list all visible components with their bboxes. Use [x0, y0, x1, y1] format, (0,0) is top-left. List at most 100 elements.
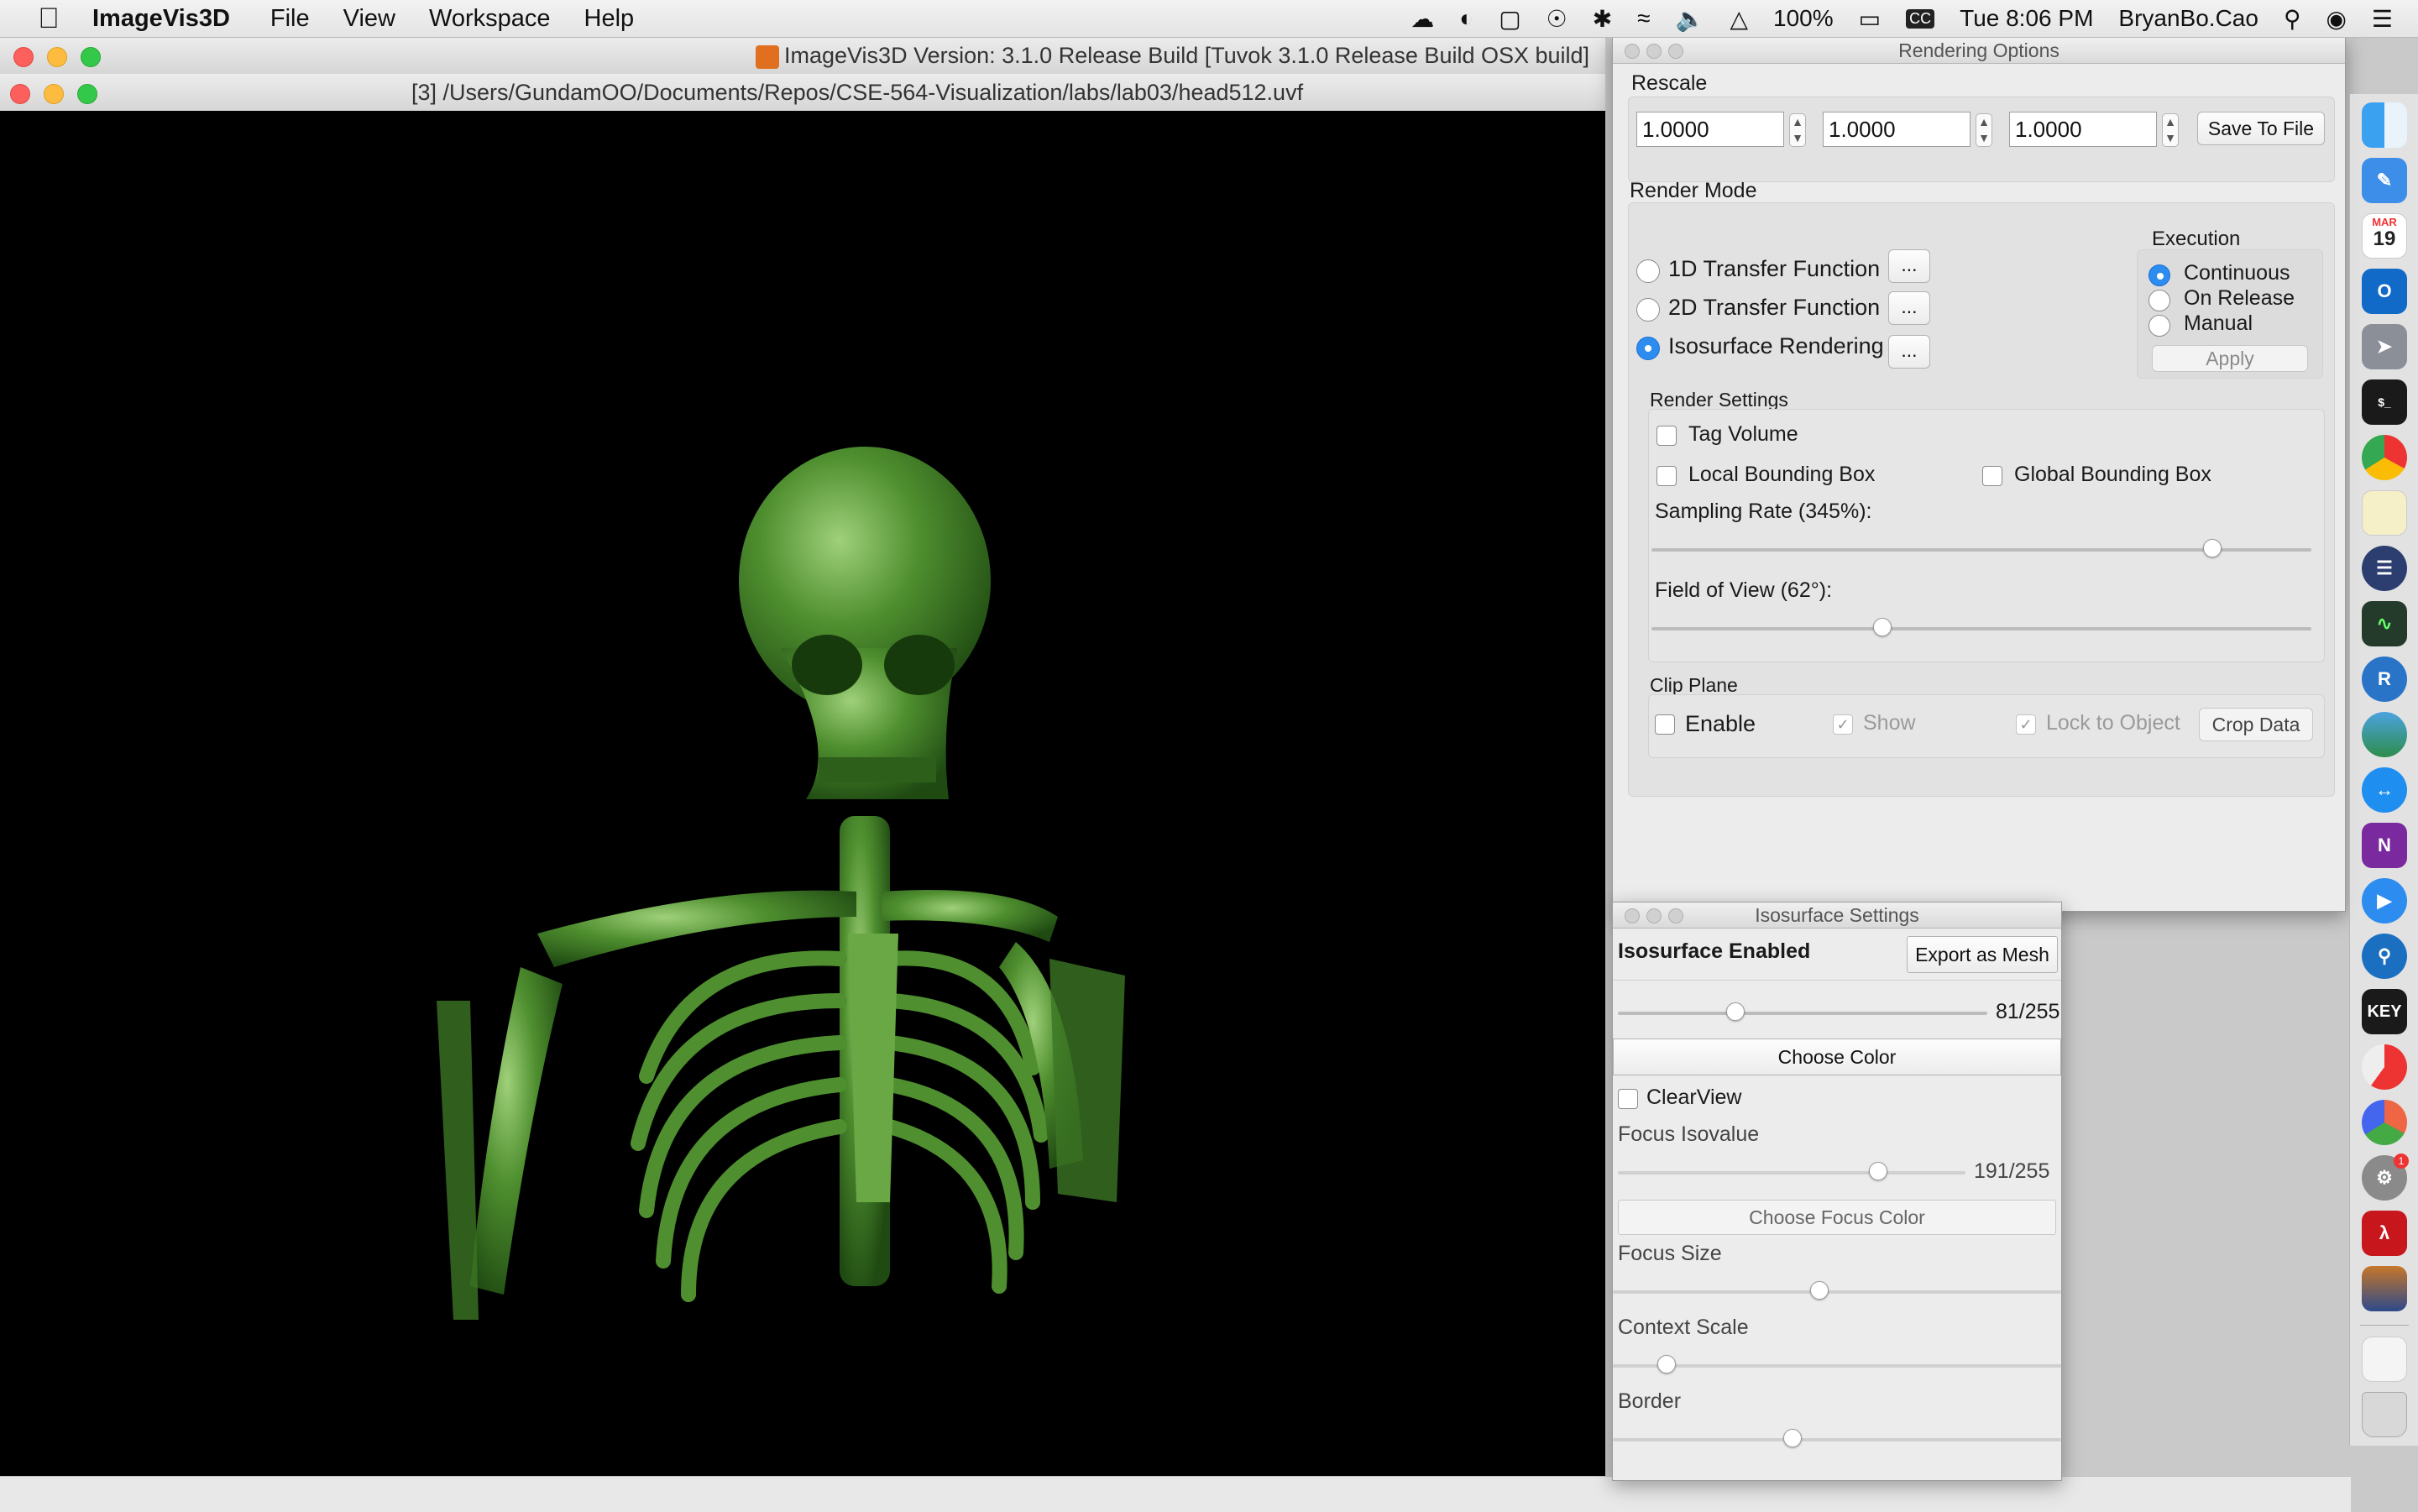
iso-minimize-button[interactable]	[1646, 908, 1662, 923]
battery-icon[interactable]: ▭	[1859, 5, 1881, 33]
rescale-x-field[interactable]: 1.0000	[1636, 112, 1784, 147]
sampling-rate-slider-knob[interactable]	[2203, 539, 2222, 557]
menu-workspace[interactable]: Workspace	[429, 5, 551, 33]
spotlight-icon[interactable]: ⚲	[2284, 5, 2301, 33]
airplay-icon[interactable]: △	[1730, 5, 1748, 33]
label-manual[interactable]: Manual	[2184, 311, 2253, 336]
sync-icon[interactable]: ◐	[1459, 5, 1473, 32]
label-on-release[interactable]: On Release	[2184, 286, 2295, 311]
notification-center-icon[interactable]: ☰	[2372, 5, 2393, 33]
label-2d-transfer[interactable]: 2D Transfer Function	[1668, 295, 1880, 321]
doc-zoom-button[interactable]	[77, 84, 97, 104]
onenote-icon[interactable]: N	[2362, 823, 2407, 868]
label-1d-transfer[interactable]: 1D Transfer Function	[1668, 256, 1880, 282]
isovalue-track[interactable]	[1618, 1012, 1987, 1015]
radio-2d-transfer[interactable]	[1636, 298, 1660, 322]
volume-icon[interactable]: 🔈	[1676, 5, 1705, 33]
clip-lock-checkbox[interactable]: ✓	[2016, 714, 2036, 735]
globe-icon[interactable]	[2362, 712, 2407, 757]
accessibility-icon[interactable]: ☉	[1547, 5, 1568, 33]
panel-minimize-button[interactable]	[1646, 44, 1662, 59]
clearview-checkbox[interactable]	[1618, 1089, 1638, 1109]
rescale-y-field[interactable]: 1.0000	[1823, 112, 1971, 147]
close-button[interactable]	[13, 47, 34, 67]
radio-1d-transfer[interactable]	[1636, 259, 1660, 283]
finder-icon[interactable]	[2362, 102, 2407, 148]
menu-view[interactable]: View	[343, 5, 395, 33]
zoom-app-icon[interactable]: ▶	[2362, 878, 2407, 923]
doc-minimize-button[interactable]	[44, 84, 64, 104]
render-viewport[interactable]	[0, 111, 1605, 1476]
isosurface-settings-titlebar[interactable]: Isosurface Settings	[1613, 902, 2061, 929]
tag-volume-checkbox[interactable]	[1656, 426, 1677, 446]
document-stack-icon[interactable]	[2362, 1337, 2407, 1382]
label-continuous[interactable]: Continuous	[2184, 261, 2290, 285]
fov-slider-knob[interactable]	[1873, 618, 1892, 636]
focus-size-track[interactable]	[1613, 1290, 2061, 1294]
local-bbox-label[interactable]: Local Bounding Box	[1688, 463, 1875, 487]
apply-button[interactable]: Apply	[2152, 345, 2308, 372]
radio-isosurface[interactable]	[1636, 337, 1660, 360]
username[interactable]: BryanBo.Cao	[2118, 5, 2258, 32]
isovalue-slider-knob[interactable]	[1725, 1002, 1745, 1021]
save-to-file-button[interactable]: Save To File	[2197, 112, 2325, 145]
clock[interactable]: Tue 8:06 PM	[1960, 5, 2093, 32]
radio-continuous[interactable]	[2148, 264, 2170, 286]
battery-percent[interactable]: 100%	[1773, 5, 1834, 32]
clearview-label[interactable]: ClearView	[1646, 1086, 1741, 1110]
clip-enable-label[interactable]: Enable	[1685, 711, 1756, 737]
iso-zoom-button[interactable]	[1668, 908, 1683, 923]
disk-icon[interactable]	[2362, 1044, 2407, 1090]
imagevis3d-dock-icon[interactable]	[2362, 1266, 2407, 1311]
choose-focus-color-button[interactable]: Choose Focus Color	[1618, 1200, 2056, 1235]
border-track[interactable]	[1613, 1438, 2061, 1441]
context-scale-track[interactable]	[1613, 1364, 2061, 1368]
choose-color-button[interactable]: Choose Color	[1613, 1039, 2061, 1075]
pen-icon[interactable]: ✎	[2362, 158, 2407, 203]
cc-icon[interactable]: CC	[1906, 8, 1935, 29]
teamviewer-icon[interactable]: ↔	[2362, 767, 2407, 813]
rescale-x-stepper[interactable]: ▲ ▼	[1789, 113, 1806, 147]
rescale-z-stepper[interactable]: ▲ ▼	[2162, 113, 2179, 147]
terminal-icon[interactable]: $_	[2362, 379, 2407, 425]
color-sync-icon[interactable]	[2362, 1100, 2407, 1145]
siri-icon[interactable]: ◉	[2326, 5, 2346, 33]
bluetooth-icon[interactable]: ✱	[1593, 5, 1612, 33]
edit-2d-transfer-button[interactable]: ...	[1888, 291, 1930, 325]
menu-app-name[interactable]: ImageVis3D	[92, 5, 230, 33]
focus-isovalue-track[interactable]	[1618, 1171, 1965, 1175]
label-isosurface[interactable]: Isosurface Rendering	[1668, 333, 1884, 359]
export-mesh-button[interactable]: Export as Mesh	[1907, 936, 2058, 973]
context-scale-slider-knob[interactable]	[1657, 1355, 1677, 1373]
rendering-options-titlebar[interactable]: Rendering Options	[1613, 38, 2345, 64]
focus-size-slider-knob[interactable]	[1809, 1281, 1829, 1300]
acrobat-icon[interactable]: λ	[2362, 1211, 2407, 1256]
creative-cloud-icon[interactable]: ☁	[1410, 5, 1434, 33]
chrome-icon[interactable]	[2362, 435, 2407, 480]
global-bbox-label[interactable]: Global Bounding Box	[2014, 463, 2211, 487]
outlook-icon[interactable]: O	[2362, 269, 2407, 314]
rocket-icon[interactable]: ➤	[2362, 324, 2407, 369]
main-window-titlebar[interactable]: ImageVis3D Version: 3.1.0 Release Build …	[0, 37, 1605, 75]
focus-isovalue-slider-knob[interactable]	[1869, 1162, 1888, 1180]
radio-manual[interactable]	[2148, 315, 2170, 337]
safari-search-icon[interactable]: ⚲	[2362, 934, 2407, 979]
apple-icon[interactable]: 	[24, 3, 74, 35]
global-bbox-checkbox[interactable]	[1982, 466, 2002, 486]
minimize-button[interactable]	[47, 47, 67, 67]
panel-close-button[interactable]	[1625, 44, 1640, 59]
edit-1d-transfer-button[interactable]: ...	[1888, 249, 1930, 283]
calendar-icon[interactable]: MAR 19	[2362, 213, 2407, 259]
zoom-button[interactable]	[81, 47, 101, 67]
crop-data-button[interactable]: Crop Data	[2199, 708, 2313, 741]
tag-volume-label[interactable]: Tag Volume	[1688, 422, 1798, 447]
isosurface-enabled-label[interactable]: Isosurface Enabled	[1618, 939, 1810, 964]
screen-icon[interactable]: ▢	[1499, 5, 1520, 33]
border-slider-knob[interactable]	[1782, 1429, 1802, 1447]
doc-close-button[interactable]	[10, 84, 30, 104]
clip-show-label[interactable]: Show	[1863, 711, 1916, 735]
r-icon[interactable]: R	[2362, 657, 2407, 702]
clip-enable-checkbox[interactable]	[1655, 714, 1675, 735]
wifi-icon[interactable]: ≈	[1637, 5, 1650, 32]
fov-track[interactable]	[1651, 627, 2311, 630]
